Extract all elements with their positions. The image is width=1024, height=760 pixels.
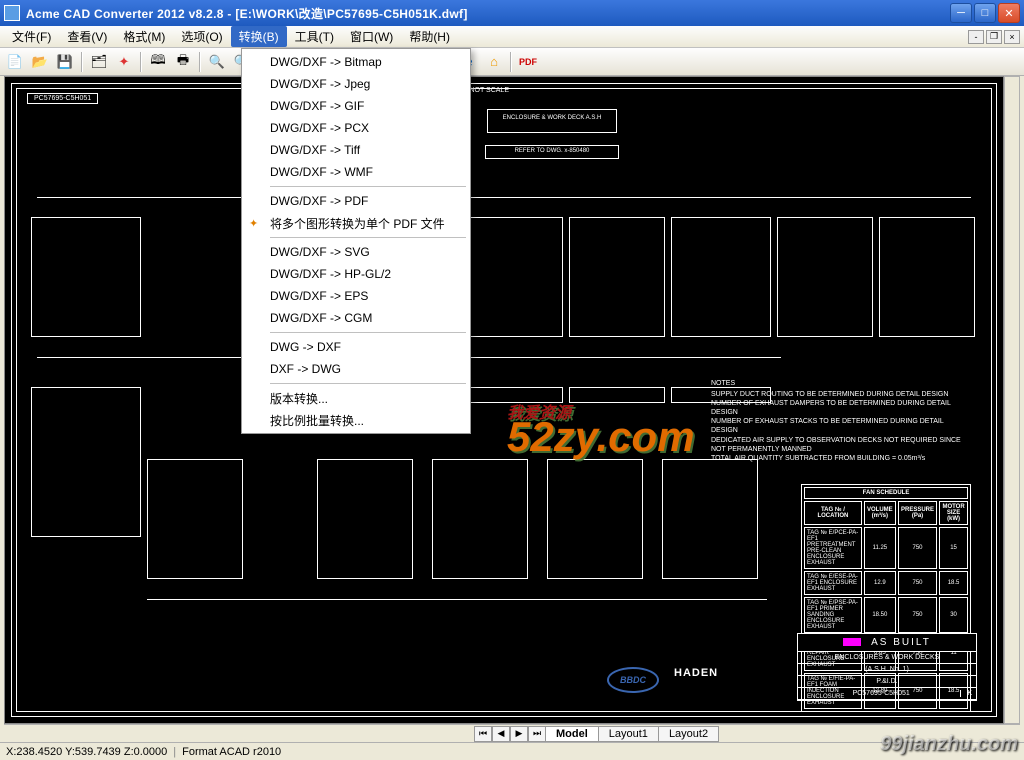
convert-dropdown: DWG/DXF -> Bitmap DWG/DXF -> Jpeg DWG/DX… <box>241 48 471 434</box>
menu-format[interactable]: 格式(M) <box>115 26 173 47</box>
grab-icon[interactable]: ✦ <box>113 51 135 73</box>
open-icon[interactable]: 📂 <box>29 51 51 73</box>
menu-item-svg[interactable]: DWG/DXF -> SVG <box>244 241 468 263</box>
menu-tools[interactable]: 工具(T) <box>287 26 342 47</box>
status-coords: X:238.4520 Y:539.7439 Z:0.0000 <box>6 746 167 758</box>
close-button[interactable]: ✕ <box>998 3 1020 23</box>
menu-item-dxf-dwg[interactable]: DXF -> DWG <box>244 358 468 380</box>
maximize-button[interactable]: □ <box>974 3 996 23</box>
batch-icon[interactable]: 🗂 <box>88 51 110 73</box>
note-1: SUPPLY DUCT ROUTING TO BE DETERMINED DUR… <box>711 390 971 399</box>
menu-item-pcx[interactable]: DWG/DXF -> PCX <box>244 117 468 139</box>
vertical-scrollbar[interactable] <box>1004 76 1020 724</box>
menu-item-gif[interactable]: DWG/DXF -> GIF <box>244 95 468 117</box>
inner-border: PC57695-C5H051 DO NOT SCALE ENCLOSURE & … <box>16 88 992 712</box>
menu-bar: 文件(F) 查看(V) 格式(M) 选项(O) 转换(B) 工具(T) 窗口(W… <box>0 26 1024 48</box>
bbdc-logo: BBDC <box>607 667 659 693</box>
window-buttons: ─ □ ✕ <box>950 3 1020 23</box>
tab-last-icon[interactable]: ⏭ <box>528 726 546 742</box>
save-icon[interactable]: 💾 <box>54 51 76 73</box>
status-bar: X:238.4520 Y:539.7439 Z:0.0000 | Format … <box>0 742 1024 760</box>
menu-item-hpgl[interactable]: DWG/DXF -> HP-GL/2 <box>244 263 468 285</box>
status-format: Format ACAD r2010 <box>182 746 281 758</box>
new-icon[interactable]: 📄 <box>4 51 26 73</box>
sheet-id-label: PC57695-C5H051 <box>27 93 98 104</box>
toolbar: 📄 📂 💾 🗂 ✦ 🕮 🖶 🔍 🔍 ⊡ ⛶ ✧ ✥ 📐 ≣ ⊘ e ⌂ PDF <box>0 48 1024 76</box>
minimize-button[interactable]: ─ <box>950 3 972 23</box>
enclosure-box: ENCLOSURE & WORK DECK A.S.H <box>487 109 617 133</box>
tab-prev-icon[interactable]: ◀ <box>492 726 510 742</box>
titlebar: Acme CAD Converter 2012 v8.2.8 - [E:\WOR… <box>0 0 1024 26</box>
sheet-border: PC57695-C5H051 DO NOT SCALE ENCLOSURE & … <box>11 83 997 717</box>
notes-block: NOTES SUPPLY DUCT ROUTING TO BE DETERMIN… <box>711 379 971 463</box>
tab-first-icon[interactable]: ⏮ <box>474 726 492 742</box>
drawing-canvas[interactable]: PC57695-C5H051 DO NOT SCALE ENCLOSURE & … <box>4 76 1004 724</box>
layout-tabs: ⏮ ◀ ▶ ⏭ Model Layout1 Layout2 <box>4 724 1020 742</box>
menu-item-version[interactable]: 版本转换... <box>244 387 468 409</box>
note-3: NUMBER OF EXHAUST STACKS TO BE DETERMINE… <box>711 417 971 435</box>
menu-item-pdf[interactable]: DWG/DXF -> PDF <box>244 190 468 212</box>
refer-box: REFER TO DWG. x-850480 <box>485 145 619 159</box>
menu-item-cgm[interactable]: DWG/DXF -> CGM <box>244 307 468 329</box>
menu-item-batch-scale[interactable]: 按比例批量转换... <box>244 409 468 431</box>
zoom-out-icon[interactable]: 🔍 <box>206 51 228 73</box>
menu-file[interactable]: 文件(F) <box>4 26 59 47</box>
menu-item-tiff[interactable]: DWG/DXF -> Tiff <box>244 139 468 161</box>
tab-nav: ⏮ ◀ ▶ ⏭ <box>474 726 546 742</box>
menu-item-bitmap[interactable]: DWG/DXF -> Bitmap <box>244 51 468 73</box>
menu-item-wmf[interactable]: DWG/DXF -> WMF <box>244 161 468 183</box>
menu-convert[interactable]: 转换(B) <box>231 26 287 47</box>
recent-icon[interactable]: 🕮 <box>147 51 169 73</box>
menu-window[interactable]: 窗口(W) <box>342 26 401 47</box>
menu-options[interactable]: 选项(O) <box>173 26 230 47</box>
mdi-minimize[interactable]: - <box>968 30 984 44</box>
tab-layout2[interactable]: Layout2 <box>658 726 719 742</box>
app-icon <box>4 5 20 21</box>
menu-view[interactable]: 查看(V) <box>59 26 115 47</box>
tab-model[interactable]: Model <box>545 726 599 742</box>
star-icon: ✦ <box>249 217 258 230</box>
menu-help[interactable]: 帮助(H) <box>401 26 458 47</box>
mdi-close[interactable]: × <box>1004 30 1020 44</box>
menu-item-jpeg[interactable]: DWG/DXF -> Jpeg <box>244 73 468 95</box>
note-2: NUMBER OF EXHAUST DAMPERS TO BE DETERMIN… <box>711 399 971 417</box>
menu-item-multi-pdf[interactable]: ✦将多个图形转换为单个 PDF 文件 <box>244 212 468 234</box>
notes-head: NOTES <box>711 379 971 388</box>
note-5: TOTAL AIR QUANTITY SUBTRACTED FROM BUILD… <box>711 454 971 463</box>
watermark-52zy: 我爱资源 52zy.com <box>507 399 695 461</box>
haden-logo: HADEN <box>674 667 718 679</box>
menu-item-eps[interactable]: DWG/DXF -> EPS <box>244 285 468 307</box>
pdf-icon[interactable]: PDF <box>517 51 539 73</box>
mdi-buttons: - ❐ × <box>968 30 1020 44</box>
as-built: AS BUILT <box>798 634 976 652</box>
note-4: DEDICATED AIR SUPPLY TO OBSERVATION DECK… <box>711 436 971 454</box>
tab-next-icon[interactable]: ▶ <box>510 726 528 742</box>
menu-item-dwg-dxf[interactable]: DWG -> DXF <box>244 336 468 358</box>
title-block: AS BUILT ENCLOSURES & WORK DECKS (A.S.H.… <box>797 633 977 701</box>
home-icon[interactable]: ⌂ <box>483 51 505 73</box>
print-icon[interactable]: 🖶 <box>172 51 194 73</box>
mdi-restore[interactable]: ❐ <box>986 30 1002 44</box>
tab-layout1[interactable]: Layout1 <box>598 726 659 742</box>
window-title: Acme CAD Converter 2012 v8.2.8 - [E:\WOR… <box>26 5 950 22</box>
